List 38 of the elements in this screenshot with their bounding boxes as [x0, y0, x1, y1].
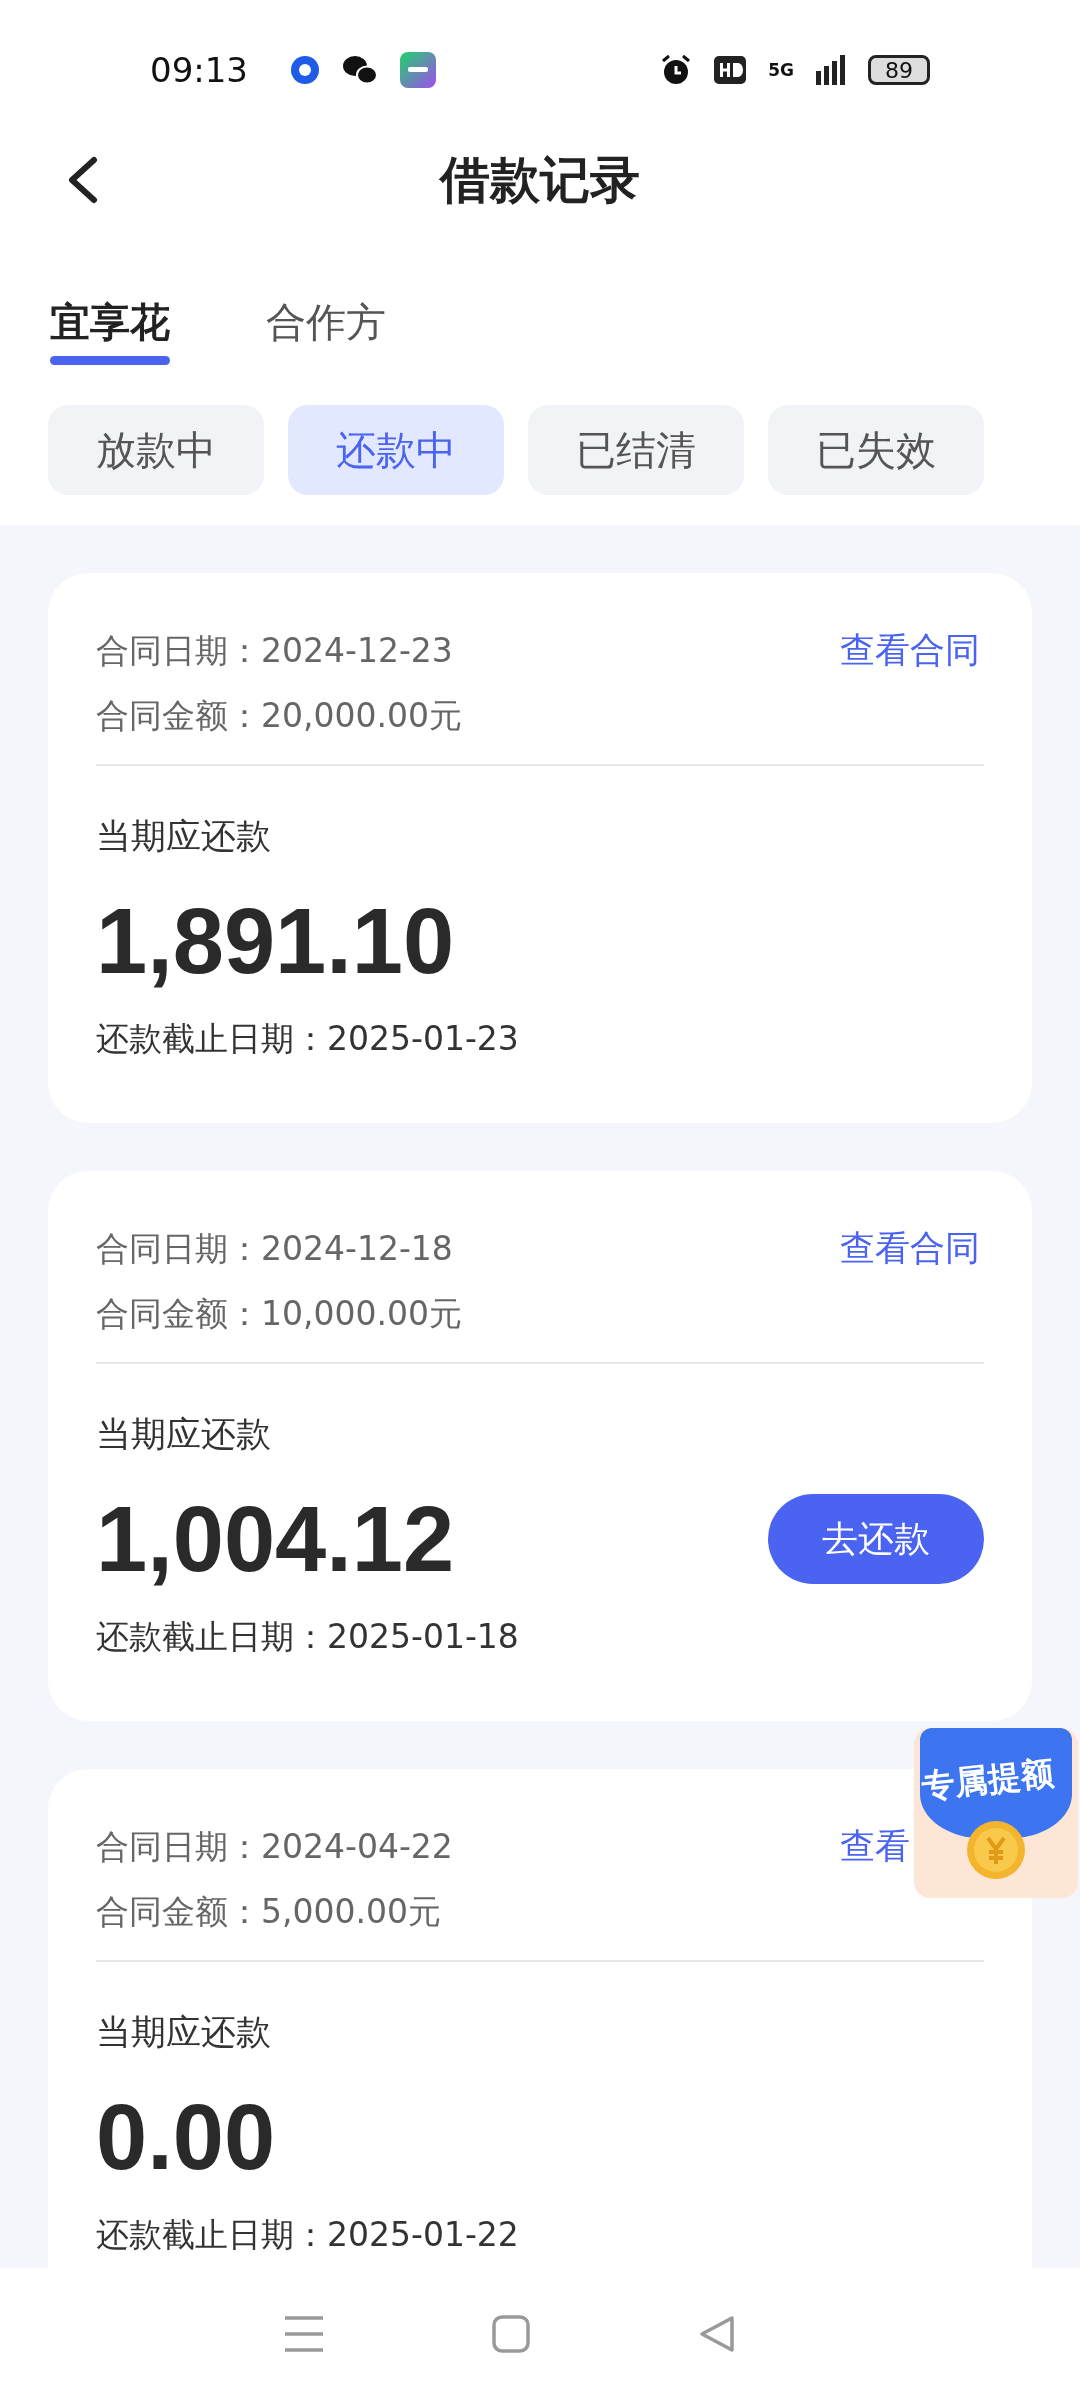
filter-chip[interactable]: 放款中 — [48, 405, 264, 495]
due-amount: 1,004.12 — [96, 1487, 455, 1592]
due-amount: 0.00 — [96, 2085, 276, 2190]
view-contract-link[interactable]: 查看 — [840, 1823, 910, 1870]
network-type: 5G — [768, 60, 794, 80]
promo-badge[interactable]: 专属提额 — [914, 1728, 1078, 1898]
due-deadline: 还款截止日期：2025-01-18 — [96, 1619, 519, 1655]
alarm-icon — [660, 54, 693, 86]
contract-amount: 合同金额：5,000.00元 — [96, 1891, 441, 1933]
app-icon — [290, 55, 320, 85]
filter-chip[interactable]: 已失效 — [768, 405, 984, 495]
tab[interactable]: 合作方 — [266, 298, 386, 365]
chat-icon — [342, 54, 378, 86]
menu-icon[interactable] — [284, 2316, 323, 2352]
due-label: 当期应还款 — [96, 1413, 271, 1456]
contract-amount: 合同金额：20,000.00元 — [96, 695, 462, 737]
contract-date: 合同日期：2024-12-18 — [96, 1228, 453, 1270]
repay-button[interactable]: 去还款 — [768, 1494, 984, 1584]
hd-icon — [714, 56, 747, 84]
due-amount: 1,891.10 — [96, 889, 455, 994]
tab[interactable]: 宜享花 — [50, 298, 170, 365]
contract-amount: 合同金额：10,000.00元 — [96, 1293, 462, 1335]
status-time: 09:13 — [150, 50, 248, 90]
view-contract-link[interactable]: 查看合同 — [840, 1225, 980, 1272]
home-icon[interactable] — [492, 2315, 530, 2353]
view-contract-link[interactable]: 查看合同 — [840, 627, 980, 674]
contract-date: 合同日期：2024-12-23 — [96, 630, 453, 672]
due-label: 当期应还款 — [96, 815, 271, 858]
contract-date: 合同日期：2024-04-22 — [96, 1826, 453, 1868]
battery-level: 89 — [868, 55, 930, 85]
page-title: 借款记录 — [440, 149, 640, 211]
due-deadline: 还款截止日期：2025-01-23 — [96, 1021, 519, 1057]
filter-chip[interactable]: 还款中 — [288, 405, 504, 495]
app-icon — [400, 52, 436, 88]
signal-icon — [816, 55, 846, 85]
due-label: 当期应还款 — [96, 2011, 271, 2054]
due-deadline: 还款截止日期：2025-01-22 — [96, 2217, 519, 2253]
filter-chip[interactable]: 已结清 — [528, 405, 744, 495]
